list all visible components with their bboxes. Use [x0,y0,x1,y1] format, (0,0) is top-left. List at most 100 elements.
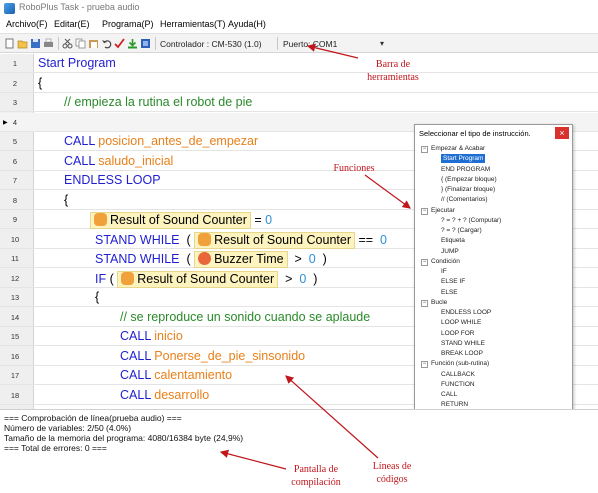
code-lines-annotation: Líneas de códigos [372,461,412,485]
menu-archivo[interactable]: Archivo(F) [6,19,48,29]
tree-group[interactable]: − Condición [421,257,460,266]
code-content: ENDLESS LOOP [64,173,161,187]
code-token: IF [95,271,110,286]
code-token: Ponerse_de_pie_sinsonido [154,348,306,363]
code-line[interactable]: 2{ [0,74,598,93]
toolbar: Controlador : CM-530 (1.0) Puerto: COM1 … [0,33,598,53]
tree-instruction[interactable]: ? = ? (Cargar) [441,226,482,235]
tree-instruction[interactable]: // (Comentarios) [441,195,488,204]
line-number: 11 [11,254,19,263]
code-token: CALL [64,153,99,168]
tree-instruction[interactable]: FUNCTION [441,380,475,389]
tree-group[interactable]: − Empezar & Acabar [421,144,485,153]
tree-group[interactable]: − Bucle [421,298,447,307]
tree-instruction[interactable]: STAND WHILE [441,339,485,348]
tree-instruction[interactable]: IF [441,267,447,276]
variable-block[interactable]: Result of Sound Counter [90,212,251,229]
tree-label: ? = ? (Cargar) [441,227,482,234]
tree-label: Etiqueta [441,237,465,245]
tree-instruction[interactable]: JUMP [441,247,459,256]
line-number: 18 [10,390,20,400]
code-token: 0 [265,213,273,227]
instruction-tree: − Empezar & Acabar Start Program END PROGRA… [421,144,569,412]
tree-label: Ejecutar [431,206,455,214]
tree-group[interactable]: − Función (sub-rutina) [421,359,489,369]
code-token: CALL [120,368,155,382]
tree-instruction[interactable]: LOOP FOR [441,329,474,338]
tree-instruction[interactable]: Etiqueta [441,236,465,245]
code-token: 0 [376,232,387,247]
tree-instruction[interactable]: BREAK LOOP [441,349,483,358]
tree-instruction[interactable]: END PROGRAM [441,165,490,174]
close-icon[interactable]: × [555,127,569,139]
tree-instruction[interactable]: CALLBACK [441,370,475,379]
collapse-icon[interactable]: − [421,146,428,153]
new-file-icon[interactable] [4,38,15,49]
tree-instruction[interactable]: ENDLESS LOOP [441,308,491,317]
code-token: ENDLESS LOOP [64,173,161,187]
code-token: == [354,232,377,247]
collapse-icon[interactable]: − [421,361,428,369]
code-line[interactable]: 3 // empieza la rutina el robot de pie [0,93,598,112]
debug-icon[interactable] [140,38,151,49]
code-content: { [64,193,68,207]
line-number: 9 [12,215,18,224]
line-number: 8 [12,195,18,205]
tree-instruction[interactable]: CALL [441,390,457,399]
code-content: CALL calentamiento [120,368,232,382]
code-token: // empieza la rutina el robot de pie [64,95,253,109]
code-token: ( [182,252,195,266]
code-token: STAND WHILE [95,232,183,247]
tree-instruction[interactable]: } (Finalizar bloque) [441,185,495,194]
code-token: { [64,192,69,207]
menu-ayuda[interactable]: Ayuda(H) [228,19,266,29]
menu-herramientas[interactable]: Herramientas(T) [160,19,226,29]
undo-icon[interactable] [101,38,112,49]
menu-editar[interactable]: Editar(E) [54,19,90,29]
toolbar-separator [277,37,278,50]
output-line: Tamaño de la memoria del programa: 4080/… [4,433,244,443]
variable-block[interactable]: Buzzer Time [194,251,288,268]
code-content: CALL saludo_inicial [64,154,173,168]
tree-instruction[interactable]: ELSE IF [441,277,465,286]
chevron-down-icon[interactable]: ▾ [380,39,384,48]
tree-instruction[interactable]: LOOP WHILE [441,318,481,327]
tree-label: LOOP WHILE [441,319,482,327]
compile-annotation: Pantalla de compilación [291,464,341,488]
tree-label: ENDLESS LOOP [441,309,492,316]
tree-instruction[interactable]: ? = ? + ? (Computar) [441,216,501,225]
paste-icon[interactable] [88,38,99,49]
code-line[interactable]: 1 Start Program [0,54,598,73]
copy-icon[interactable] [75,38,86,49]
line-number: 6 [12,156,18,166]
tree-label: RETURN [441,401,469,409]
tree-instruction[interactable]: ELSE [441,288,458,297]
tree-label: END PROGRAM [441,165,491,173]
cut-icon[interactable] [62,38,73,49]
collapse-icon[interactable]: − [421,207,428,215]
variable-block[interactable]: Result of Sound Counter [194,231,355,249]
print-icon[interactable] [43,38,54,49]
tree-label: ELSE [441,288,458,296]
check-icon[interactable] [114,38,125,49]
code-token: CALL [120,329,155,343]
menu-programa[interactable]: Programa(P) [102,19,154,29]
code-token: CALL [120,387,155,402]
tree-instruction[interactable]: RETURN [441,400,468,409]
code-content: STAND WHILE ( Buzzer Time > 0 ) [95,251,327,268]
tree-instruction[interactable]: { (Empezar bloque) [441,175,497,184]
collapse-icon[interactable]: − [421,258,428,266]
tree-instruction[interactable]: Start Program [441,154,486,164]
toolbar-separator [155,37,156,50]
variable-block[interactable]: Result of Sound Counter [117,270,279,288]
download-icon[interactable] [127,38,138,49]
controller-label: Controlador : CM-530 (1.0) [160,39,262,49]
title-bar: RoboPlus Task - prueba audio [0,0,598,17]
tree-group[interactable]: − Ejecutar [421,206,455,215]
open-folder-icon[interactable] [17,38,28,49]
save-icon[interactable] [30,38,41,49]
port-label[interactable]: Puerto: COM1 [283,39,337,49]
collapse-icon[interactable]: − [421,299,428,307]
line-number: 12 [10,273,20,283]
code-content: { [38,76,42,90]
